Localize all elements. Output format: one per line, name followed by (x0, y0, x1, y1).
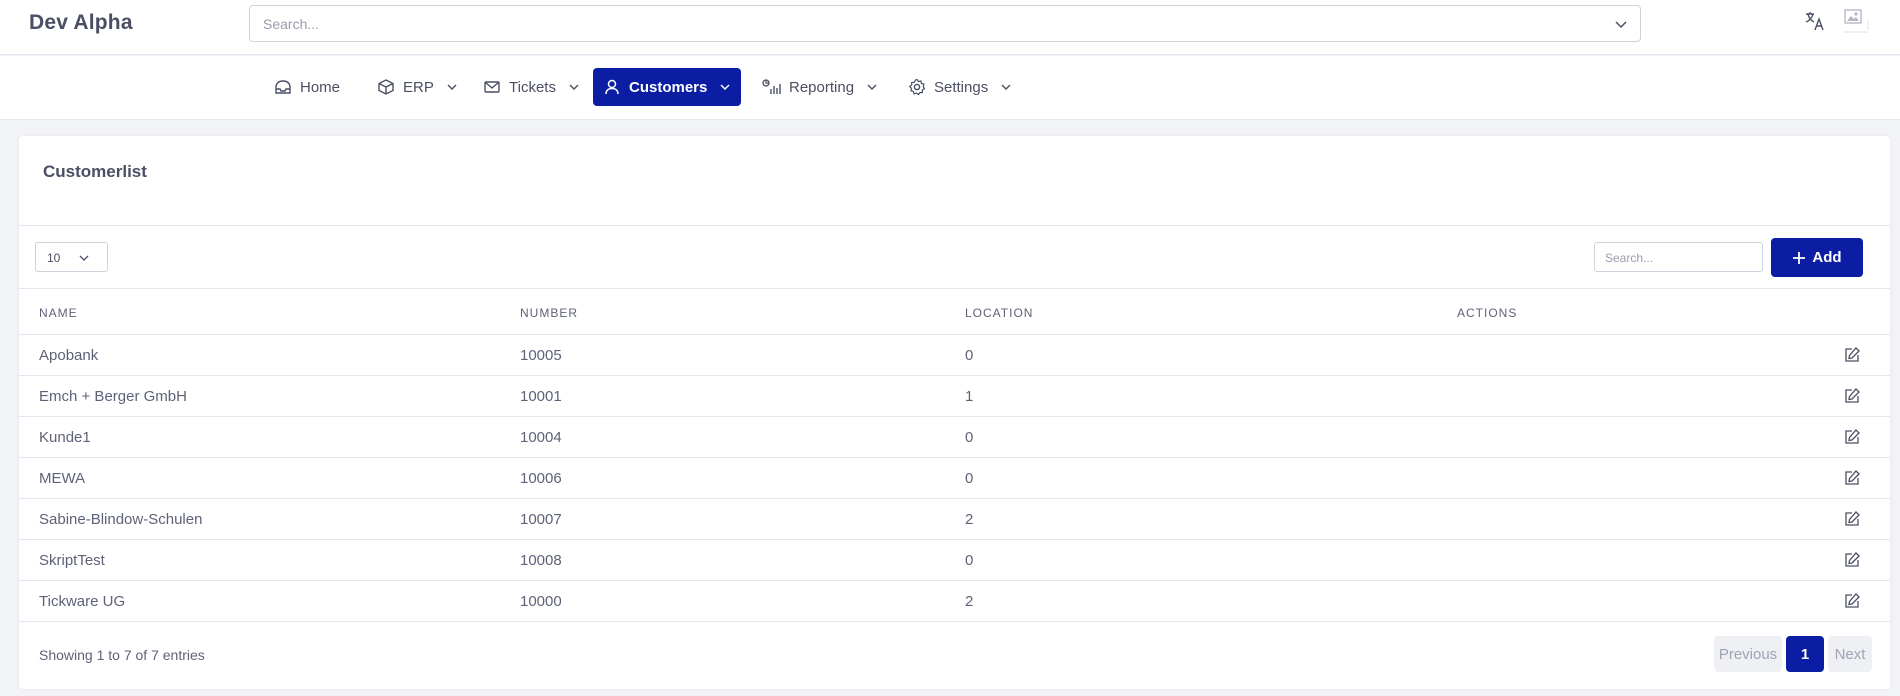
translate-icon[interactable] (1804, 10, 1826, 32)
table-row: Kunde1 10004 0 (19, 417, 1890, 458)
cell-location: 0 (965, 470, 974, 487)
cell-location: 0 (965, 347, 974, 364)
nav-item-label: Customers (629, 78, 708, 96)
table-row: Apobank 10005 0 (19, 335, 1890, 376)
chevron-down-icon (447, 84, 457, 90)
column-header-number[interactable]: NUMBER (520, 306, 578, 320)
chevron-down-icon (1615, 21, 1627, 29)
add-customer-button[interactable]: Add (1771, 238, 1863, 277)
customer-list-card: Customerlist 10 Search... Add NAME NUMBE… (19, 136, 1890, 689)
top-header: Dev Alpha Search... (0, 0, 1900, 55)
home-icon (275, 80, 291, 94)
table-header: NAME NUMBER LOCATION ACTIONS (19, 289, 1890, 335)
chevron-down-icon (79, 255, 89, 261)
column-header-name[interactable]: NAME (39, 306, 78, 320)
cell-number: 10001 (520, 388, 562, 405)
global-search-select[interactable]: Search... (249, 5, 1641, 42)
cell-number: 10008 (520, 552, 562, 569)
chart-icon (762, 79, 781, 94)
nav-item-label: Reporting (789, 78, 855, 96)
global-search-placeholder: Search... (263, 16, 320, 32)
previous-page-button[interactable]: Previous (1714, 636, 1782, 672)
cell-number: 10004 (520, 429, 562, 446)
table-row: MEWA 10006 0 (19, 458, 1890, 499)
edit-icon[interactable] (1843, 510, 1861, 528)
page-1-button[interactable]: 1 (1786, 636, 1824, 672)
edit-icon[interactable] (1843, 469, 1861, 487)
cell-name: Apobank (39, 347, 99, 364)
chevron-down-icon (569, 84, 579, 90)
chevron-down-icon (867, 84, 877, 90)
nav-item-label: Tickets (509, 78, 556, 96)
cell-name: Kunde1 (39, 429, 91, 446)
cell-name: MEWA (39, 470, 86, 487)
gear-icon (908, 78, 926, 96)
edit-icon[interactable] (1843, 551, 1861, 569)
nav-item-settings[interactable]: Settings (898, 68, 1022, 106)
nav-item-label: Home (300, 78, 341, 96)
page-size-select[interactable]: 10 (35, 242, 108, 272)
cell-name: Sabine-Blindow-Schulen (39, 511, 203, 528)
column-header-location[interactable]: LOCATION (965, 306, 1033, 320)
cell-name: Tickware UG (39, 593, 126, 610)
table-search-input[interactable]: Search... (1594, 242, 1763, 272)
app-title: Dev Alpha (29, 11, 133, 34)
cell-location: 2 (965, 593, 974, 610)
table-body: Apobank 10005 0 Emch + Berger GmbH 10001… (19, 335, 1890, 622)
cell-location: 1 (965, 388, 974, 405)
cell-number: 10006 (520, 470, 562, 487)
nav-item-reporting[interactable]: Reporting (751, 68, 888, 106)
cell-location: 2 (965, 511, 974, 528)
add-button-label: Add (1812, 249, 1842, 266)
cell-location: 0 (965, 552, 974, 569)
column-header-actions: ACTIONS (1457, 306, 1518, 320)
box-icon (378, 79, 394, 95)
cell-number: 10007 (520, 511, 562, 528)
table-search-placeholder: Search... (1605, 251, 1654, 265)
divider (19, 225, 1890, 226)
table-row: Tickware UG 10000 2 (19, 581, 1890, 622)
page-size-value: 10 (47, 251, 61, 265)
envelope-icon (484, 81, 500, 93)
cell-location: 0 (965, 429, 974, 446)
nav-item-tickets[interactable]: Tickets (473, 68, 590, 106)
edit-icon[interactable] (1843, 428, 1861, 446)
cell-number: 10000 (520, 593, 562, 610)
edit-icon[interactable] (1843, 592, 1861, 610)
cell-name: SkriptTest (39, 552, 105, 569)
table-row: Sabine-Blindow-Schulen 10007 2 (19, 499, 1890, 540)
main-nav: Home ERP Tickets Customers Reporting Set… (0, 56, 1900, 120)
entries-info: Showing 1 to 7 of 7 entries (39, 647, 205, 663)
cell-number: 10005 (520, 347, 562, 364)
avatar[interactable] (1842, 6, 1870, 34)
table-row: SkriptTest 10008 0 (19, 540, 1890, 581)
user-icon (605, 79, 619, 95)
nav-item-label: ERP (403, 78, 434, 96)
nav-item-customers[interactable]: Customers (593, 68, 741, 106)
page-title: Customerlist (43, 162, 147, 181)
cell-name: Emch + Berger GmbH (39, 388, 187, 405)
nav-item-home[interactable]: Home (264, 68, 350, 106)
next-page-button[interactable]: Next (1828, 636, 1872, 672)
chevron-down-icon (720, 84, 730, 91)
edit-icon[interactable] (1843, 346, 1861, 364)
nav-item-label: Settings (934, 78, 989, 96)
edit-icon[interactable] (1843, 387, 1861, 405)
plus-icon (1793, 251, 1806, 264)
nav-item-erp[interactable]: ERP (367, 68, 468, 106)
chevron-down-icon (1001, 84, 1011, 90)
table-row: Emch + Berger GmbH 10001 1 (19, 376, 1890, 417)
